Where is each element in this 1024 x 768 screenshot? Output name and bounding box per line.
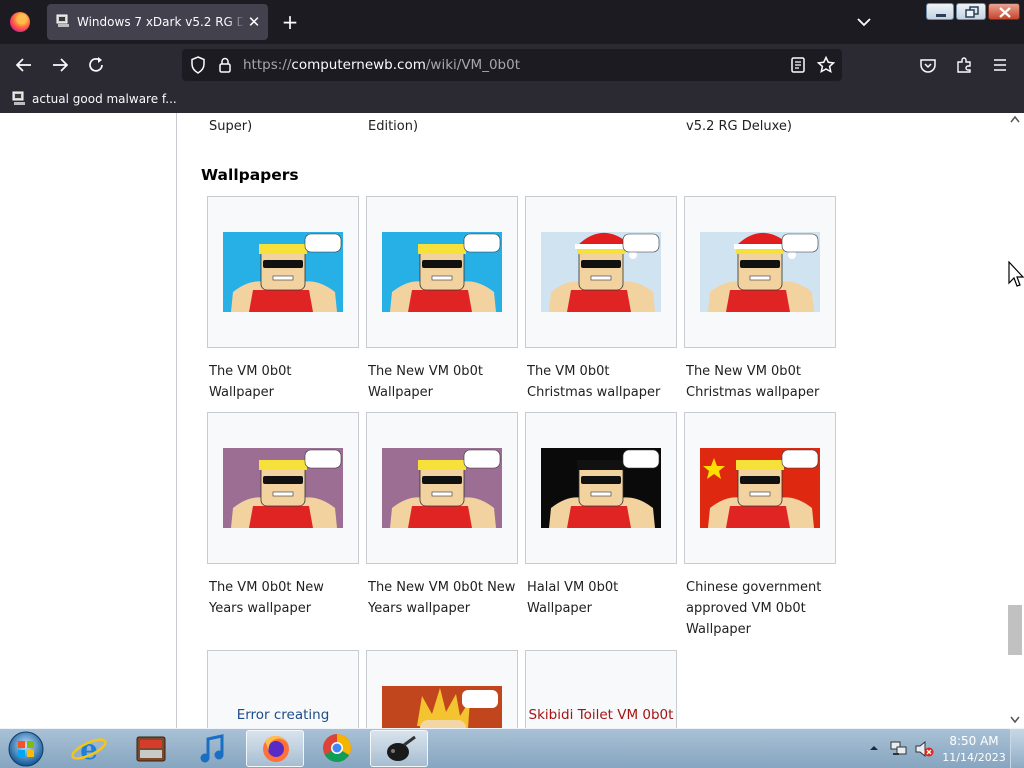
url-text[interactable]: https://computernewb.com/wiki/VM_0b0t — [243, 57, 520, 73]
taskbar-chrome[interactable] — [308, 730, 366, 767]
windows-taskbar: e 8:50 AM 11/14/2023 — [0, 728, 1024, 768]
scroll-up-icon[interactable] — [1010, 115, 1020, 123]
window-close-button[interactable] — [988, 3, 1020, 20]
wallpaper-image — [700, 448, 820, 528]
taskbar-internet-explorer[interactable]: e — [60, 730, 118, 767]
volume-muted-icon[interactable] — [914, 740, 934, 758]
gallery-caption[interactable]: The VM 0b0t Christmas wallpaper — [527, 361, 677, 403]
wallpaper-image — [382, 448, 502, 528]
gallery-caption[interactable]: The VM 0b0t New Years wallpaper — [209, 577, 359, 619]
gallery-thumbnail[interactable] — [366, 650, 518, 728]
wallpaper-image — [382, 232, 502, 312]
wallpaper-image — [223, 448, 343, 528]
firefox-logo-icon[interactable] — [10, 12, 30, 32]
taskbar-media-center[interactable] — [122, 730, 180, 767]
restore-icon — [965, 6, 979, 18]
window-restore-button[interactable] — [956, 3, 986, 20]
tab-active[interactable]: Windows 7 xDark v5.2 RG Deluxe ✕ — [47, 4, 268, 40]
tab-title: Windows 7 xDark v5.2 RG Deluxe — [77, 15, 243, 29]
firefox-icon — [263, 735, 289, 762]
gallery-thumbnail[interactable]: Error creating — [207, 650, 359, 728]
gallery-caption: v5.2 RG Deluxe) — [686, 119, 792, 134]
navigation-toolbar: https://computernewb.com/wiki/VM_0b0t — [0, 44, 1024, 86]
wallpaper-image — [223, 232, 343, 312]
window-minimize-button[interactable] — [926, 3, 954, 20]
error-text: Error creating — [236, 707, 330, 723]
gallery-thumbnail[interactable] — [684, 196, 836, 348]
gallery-thumbnail[interactable]: Skibidi Toilet VM 0b0t — [525, 650, 677, 728]
gallery-thumbnail[interactable] — [525, 196, 677, 348]
forward-arrow-icon[interactable] — [50, 55, 70, 75]
taskbar-firefox[interactable] — [246, 730, 304, 767]
network-icon[interactable] — [890, 740, 908, 757]
wallpaper-image — [700, 232, 820, 312]
gallery-caption[interactable]: Chinese government approved VM 0b0t Wall… — [686, 577, 836, 640]
menu-hamburger-icon[interactable] — [990, 55, 1010, 75]
pocket-icon[interactable] — [918, 55, 938, 75]
gallery-caption: Edition) — [368, 119, 419, 134]
bookmark-star-icon[interactable] — [816, 55, 836, 75]
ink-icon — [387, 735, 416, 761]
clock-date[interactable]: 11/14/2023 — [942, 751, 1006, 764]
tab-close-icon[interactable]: ✕ — [245, 13, 263, 31]
close-icon — [999, 7, 1011, 18]
computer-favicon-icon — [56, 14, 69, 27]
gallery-caption[interactable]: Halal VM 0b0t Wallpaper — [527, 577, 677, 619]
gallery-thumbnail[interactable] — [366, 196, 518, 348]
reload-icon[interactable] — [86, 55, 106, 75]
gallery-caption: Super) — [209, 119, 253, 134]
shield-icon[interactable] — [188, 55, 208, 75]
chevron-down-icon[interactable] — [854, 12, 874, 32]
gallery-caption[interactable]: The VM 0b0t Wallpaper — [209, 361, 359, 403]
gallery-thumbnail[interactable] — [207, 196, 359, 348]
scrollbar-thumb[interactable] — [1008, 605, 1022, 655]
mouse-cursor-icon — [1008, 261, 1024, 287]
clock-time[interactable]: 8:50 AM — [944, 734, 1004, 748]
page-content: Super) Edition) v5.2 RG Deluxe) Wallpape… — [0, 113, 1024, 728]
svg-text:e: e — [80, 733, 98, 766]
gallery-thumbnail[interactable] — [366, 412, 518, 564]
address-bar[interactable]: https://computernewb.com/wiki/VM_0b0t — [182, 49, 842, 81]
section-title: Wallpapers — [201, 166, 299, 184]
extensions-puzzle-icon[interactable] — [954, 55, 974, 75]
gallery-thumbnail[interactable] — [684, 412, 836, 564]
error-text: Skibidi Toilet VM 0b0t — [528, 707, 674, 723]
sidebar-divider — [176, 113, 177, 728]
media-center-icon — [136, 736, 166, 762]
wallpaper-image — [382, 686, 502, 728]
lock-icon[interactable] — [215, 55, 235, 75]
new-tab-button[interactable]: + — [280, 10, 300, 34]
chrome-icon — [323, 734, 351, 762]
wallpaper-image — [541, 448, 661, 528]
start-orb-icon[interactable] — [6, 730, 46, 768]
music-icon — [200, 734, 224, 763]
scroll-down-icon[interactable] — [1010, 716, 1020, 724]
show-desktop-button[interactable] — [1010, 729, 1024, 768]
minimize-icon — [936, 14, 946, 17]
gallery-caption[interactable]: The New VM 0b0t Wallpaper — [368, 361, 518, 403]
tray-expand-icon[interactable] — [868, 742, 880, 754]
internet-explorer-icon: e — [71, 733, 107, 766]
reader-view-icon[interactable] — [788, 55, 808, 75]
back-arrow-icon[interactable] — [14, 55, 34, 75]
gallery-caption[interactable]: The New VM 0b0t New Years wallpaper — [368, 577, 518, 619]
wallpaper-image — [541, 232, 661, 312]
bookmark-item[interactable]: actual good malware f... — [32, 92, 177, 106]
browser-titlebar: Windows 7 xDark v5.2 RG Deluxe ✕ + — [0, 0, 1024, 44]
gallery-thumbnail[interactable] — [207, 412, 359, 564]
gallery-caption[interactable]: The New VM 0b0t Christmas wallpaper — [686, 361, 836, 403]
computer-favicon-icon — [12, 91, 25, 105]
bookmarks-toolbar: actual good malware f... — [0, 86, 1024, 113]
gallery-thumbnail[interactable] — [525, 412, 677, 564]
taskbar-ink-app[interactable] — [370, 730, 428, 767]
taskbar-music[interactable] — [184, 730, 242, 767]
